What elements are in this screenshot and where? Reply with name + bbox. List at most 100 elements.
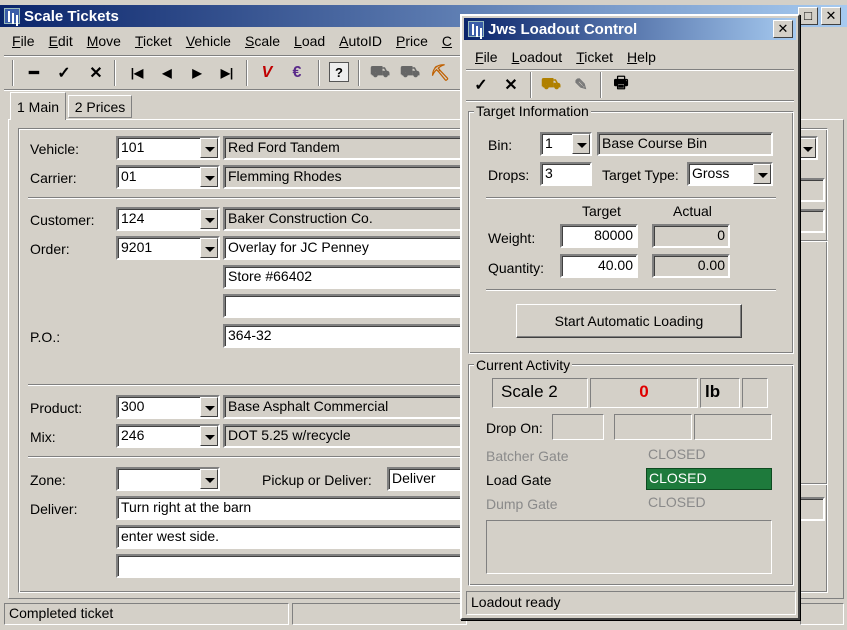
close-button[interactable]: ✕: [821, 7, 841, 25]
menu-autoid[interactable]: AutoID: [332, 33, 389, 49]
scale-name-display: Scale 2: [492, 378, 588, 408]
prev-record-icon[interactable]: ◀: [156, 62, 178, 84]
menu-load[interactable]: Load: [287, 33, 332, 49]
drop-on-field-1: [552, 414, 604, 440]
loadout-toolbar-sep-1: [530, 72, 532, 98]
target-type-dropdown-icon[interactable]: [753, 164, 771, 184]
menu-ticket[interactable]: Ticket: [128, 33, 179, 49]
loadout-cancel-icon[interactable]: ✕: [500, 74, 522, 96]
loadout-close-button[interactable]: ✕: [773, 20, 793, 38]
start-automatic-loading-button[interactable]: Start Automatic Loading: [516, 304, 742, 338]
order-label: Order:: [30, 241, 70, 257]
delete-record-icon[interactable]: ━: [23, 62, 45, 84]
vehicle-icon[interactable]: V: [256, 62, 278, 84]
order-description-line1[interactable]: Overlay for JC Penney: [223, 236, 468, 260]
bin-combo[interactable]: 1: [540, 132, 592, 156]
load-gate-label: Load Gate: [486, 472, 552, 488]
section-sep-2: [28, 384, 468, 386]
deliver-line1[interactable]: Turn right at the barn: [116, 496, 468, 520]
mix-dropdown-icon[interactable]: [200, 426, 218, 446]
tab-prices-label: 2 Prices: [74, 98, 126, 115]
quantity-actual-field: 0.00: [652, 254, 730, 278]
app-icon: [4, 8, 20, 24]
maximize-button[interactable]: □: [798, 7, 818, 25]
weight-target-field[interactable]: 80000: [560, 224, 638, 248]
section-sep-1: [28, 197, 468, 199]
tab-main[interactable]: 1 Main: [10, 92, 66, 120]
product-dropdown-icon[interactable]: [200, 397, 218, 417]
toolbar-sep-4: [358, 60, 360, 86]
truck-alt-icon[interactable]: ⛟: [399, 62, 421, 84]
zone-combo[interactable]: [116, 467, 220, 491]
product-description: Base Asphalt Commercial: [223, 395, 468, 419]
order-combo[interactable]: 9201: [116, 236, 220, 260]
loadout-accept-icon[interactable]: ✓: [470, 74, 492, 96]
carrier-combo[interactable]: 01: [116, 165, 220, 189]
vehicle-combo[interactable]: 101: [116, 136, 220, 160]
menu-edit[interactable]: Edit: [42, 33, 80, 49]
order-description-line2[interactable]: Store #66402: [223, 265, 468, 289]
next-record-icon[interactable]: ▶: [186, 62, 208, 84]
customer-dropdown-icon[interactable]: [200, 209, 218, 229]
menu-more[interactable]: C: [435, 33, 459, 49]
broom-icon[interactable]: ✎: [570, 74, 592, 96]
menu-price[interactable]: Price: [389, 33, 435, 49]
zone-dropdown-icon[interactable]: [200, 469, 218, 489]
first-record-icon[interactable]: |◀: [126, 62, 148, 84]
target-type-label: Target Type:: [602, 167, 679, 183]
col-actual-header: Actual: [673, 203, 712, 219]
zone-label: Zone:: [30, 472, 66, 488]
drop-on-label: Drop On:: [486, 420, 543, 436]
customer-combo[interactable]: 124: [116, 207, 220, 231]
loader-icon[interactable]: ⛏: [429, 62, 451, 84]
print-icon[interactable]: 🖶: [610, 74, 632, 96]
po-field[interactable]: 364-32: [223, 324, 468, 348]
drop-on-field-2: [614, 414, 692, 440]
cancel-icon[interactable]: ✕: [85, 62, 107, 84]
menu-scale[interactable]: Scale: [238, 33, 287, 49]
bin-dropdown-icon[interactable]: [572, 134, 590, 154]
quantity-target-field[interactable]: 40.00: [560, 254, 638, 278]
accept-icon[interactable]: ✓: [53, 62, 75, 84]
loadout-menu-file[interactable]: File: [468, 49, 505, 65]
deliver-line3[interactable]: [116, 554, 468, 578]
loadout-titlebar[interactable]: Jws Loadout Control: [464, 18, 796, 40]
toolbar-grip: [12, 60, 14, 86]
drops-field[interactable]: 3: [540, 162, 592, 186]
loadout-title: Jws Loadout Control: [488, 20, 638, 38]
mix-combo[interactable]: 246: [116, 424, 220, 448]
main-status-text: Completed ticket: [4, 603, 289, 625]
vehicle-dropdown-icon[interactable]: [200, 138, 218, 158]
menu-file[interactable]: File: [5, 33, 42, 49]
batcher-gate-label: Batcher Gate: [486, 448, 569, 464]
bin-label: Bin:: [488, 137, 513, 153]
tab-main-label: 1 Main: [16, 98, 60, 115]
carrier-dropdown-icon[interactable]: [200, 167, 218, 187]
order-dropdown-icon[interactable]: [200, 238, 218, 258]
loadout-menu-ticket[interactable]: Ticket: [569, 49, 620, 65]
currency-icon[interactable]: €: [286, 62, 308, 84]
loadout-menu-help[interactable]: Help: [620, 49, 663, 65]
loader-truck-icon[interactable]: ⛟: [540, 74, 562, 96]
target-type-combo[interactable]: Gross: [687, 162, 773, 186]
truck-icon[interactable]: ⛟: [369, 62, 391, 84]
customer-label: Customer:: [30, 212, 95, 228]
loadout-menu-loadout[interactable]: Loadout: [505, 49, 570, 65]
hidden-dropdown-icon[interactable]: [798, 138, 816, 158]
menu-move[interactable]: Move: [80, 33, 128, 49]
dump-gate-state: CLOSED: [648, 494, 706, 510]
deliver-line2[interactable]: enter west side.: [116, 525, 468, 549]
menu-vehicle[interactable]: Vehicle: [179, 33, 238, 49]
pickup-deliver-field[interactable]: Deliver: [387, 467, 468, 491]
product-label: Product:: [30, 400, 83, 416]
order-description-line3[interactable]: [223, 294, 468, 318]
activity-message-area: [486, 520, 772, 574]
tab-prices[interactable]: 2 Prices: [68, 95, 132, 118]
product-value: 300: [121, 398, 145, 414]
scale-reading-display: 0: [590, 378, 698, 408]
help-icon[interactable]: ?: [329, 62, 349, 82]
last-record-icon[interactable]: ▶|: [216, 62, 238, 84]
main-menubar: File Edit Move Ticket Vehicle Scale Load…: [5, 30, 459, 52]
product-combo[interactable]: 300: [116, 395, 220, 419]
po-label: P.O.:: [30, 329, 61, 345]
